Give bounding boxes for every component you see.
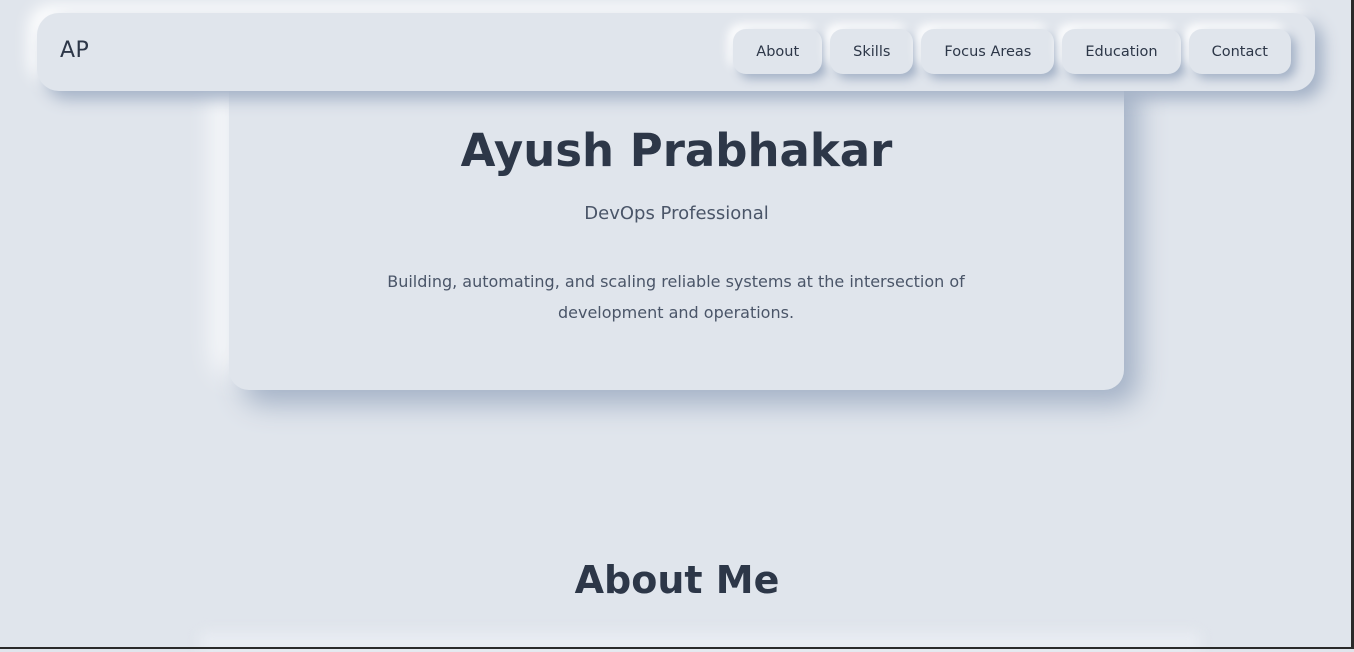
about-section-title: About Me [574, 558, 780, 602]
hero-role: DevOps Professional [584, 203, 769, 224]
hero-name: Ayush Prabhakar [460, 124, 893, 177]
nav-skills-button[interactable]: Skills [830, 29, 914, 74]
hero-description: Building, automating, and scaling reliab… [387, 272, 965, 322]
nav-about-button[interactable]: About [733, 29, 823, 74]
nav-focus-areas-button[interactable]: Focus Areas [921, 29, 1055, 74]
section-divider [200, 632, 1200, 652]
nav-contact-button[interactable]: Contact [1188, 29, 1291, 74]
navbar: AP About Skills Focus Areas Education Co… [37, 13, 1315, 91]
nav-links: About Skills Focus Areas Education Conta… [733, 29, 1291, 74]
hero-card: Ayush Prabhakar DevOps Professional Buil… [229, 60, 1124, 390]
nav-education-button[interactable]: Education [1062, 29, 1181, 74]
logo[interactable]: AP [60, 38, 89, 63]
